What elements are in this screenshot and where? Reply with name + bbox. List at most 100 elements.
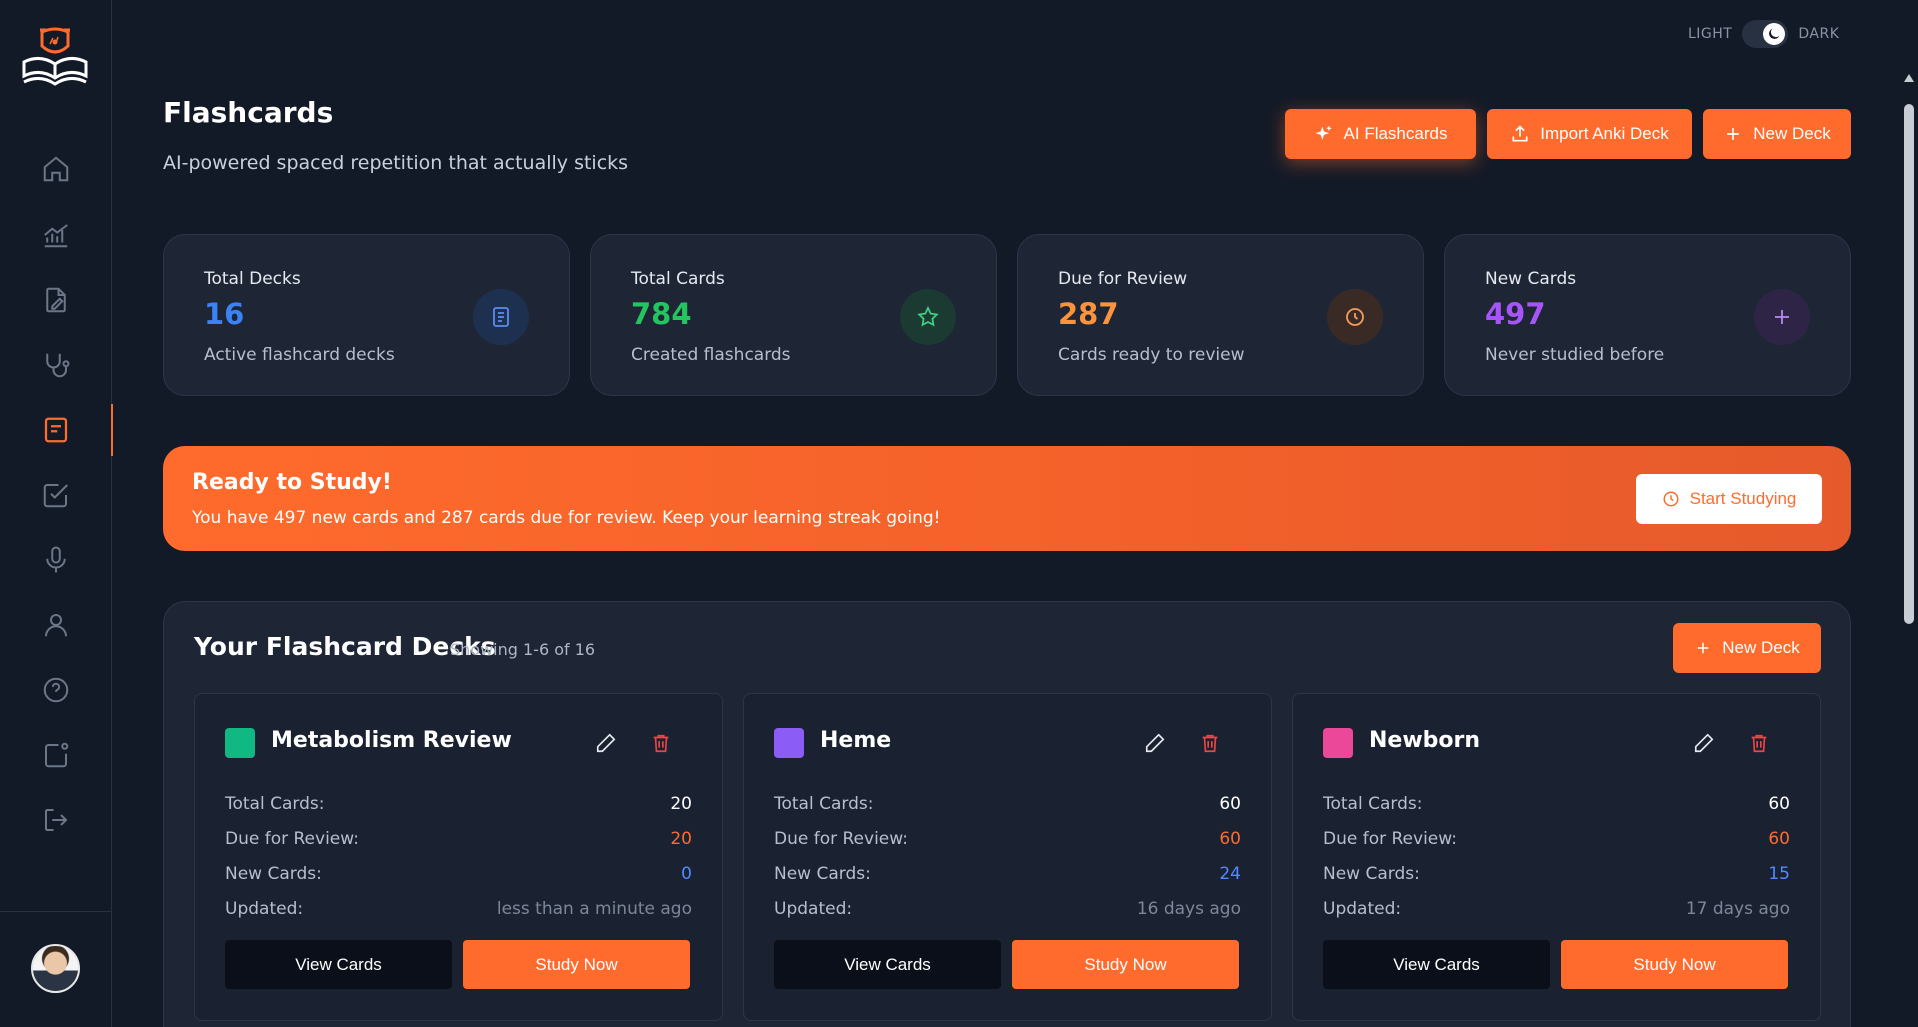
theme-toggle[interactable]: [1742, 20, 1789, 48]
scroll-up-arrow-icon[interactable]: [1904, 74, 1914, 82]
stat-value: 16: [204, 297, 245, 331]
deck-color-swatch: [774, 728, 804, 758]
notification-icon: [45, 742, 69, 768]
deck-name: Heme: [820, 728, 892, 753]
plus-icon: [1727, 128, 1740, 140]
sidebar-item-help[interactable]: [0, 664, 112, 716]
stat-card-due-review: Due for Review 287 Cards ready to review: [1017, 234, 1424, 396]
stat-label: Due for Review: [1058, 269, 1188, 289]
ai-flashcards-button[interactable]: AI Flashcards: [1285, 109, 1476, 159]
deck-card: Heme Total Cards: 60 Due for Review: 60 Ne…: [743, 693, 1272, 1021]
sidebar-footer: [0, 911, 112, 1027]
stat-value: 287: [1058, 297, 1119, 331]
theme-light-label: LIGHT: [1688, 26, 1733, 42]
deck-stat-row: Total Cards: 20: [225, 794, 692, 814]
page-subtitle: AI-powered spaced repetition that actual…: [163, 152, 629, 174]
deck-stat-row: Updated: less than a minute ago: [225, 899, 692, 919]
stat-card-total-decks: Total Decks 16 Active flashcard decks: [163, 234, 570, 396]
sidebar-item-flashcards[interactable]: [0, 404, 113, 456]
avatar[interactable]: [31, 944, 80, 993]
view-cards-button[interactable]: View Cards: [774, 940, 1001, 989]
stat-value: 784: [631, 297, 692, 331]
sidebar-item-voice[interactable]: [0, 534, 112, 586]
trash-icon[interactable]: [1199, 732, 1221, 754]
deck-color-swatch: [225, 728, 255, 758]
pagination-count: Showing 1-6 of 16: [450, 640, 596, 659]
new-deck-button[interactable]: New Deck: [1673, 623, 1821, 673]
page-title: Flashcards: [163, 96, 334, 129]
stat-value: 497: [1485, 297, 1546, 331]
stat-card-total-cards: Total Cards 784 Created flashcards: [590, 234, 997, 396]
home-icon: [43, 156, 69, 182]
stat-description: Created flashcards: [631, 345, 791, 365]
banner-title: Ready to Study!: [192, 470, 392, 495]
pencil-icon[interactable]: [1144, 732, 1166, 754]
logout-icon: [45, 809, 68, 831]
moon-icon: [1763, 23, 1786, 45]
plus-icon: [1698, 642, 1709, 654]
deck-color-swatch: [1323, 728, 1353, 758]
ready-to-study-banner: Ready to Study! You have 497 new cards a…: [163, 446, 1851, 551]
plus-icon: [1754, 289, 1810, 345]
sidebar-item-notifications[interactable]: [0, 729, 112, 781]
deck-stat-row: New Cards: 0: [225, 864, 692, 884]
pencil-icon[interactable]: [1693, 732, 1715, 754]
chart-icon: [44, 224, 68, 248]
import-anki-button[interactable]: Import Anki Deck: [1487, 109, 1692, 159]
star-icon: [900, 289, 956, 345]
sidebar-item-clinical[interactable]: [0, 339, 112, 391]
deck-stat-row: New Cards: 15: [1323, 864, 1790, 884]
stat-label: Total Cards: [631, 269, 725, 289]
sidebar-item-tasks[interactable]: [0, 469, 112, 521]
help-icon: [43, 677, 69, 703]
document-edit-icon: [46, 287, 66, 313]
scroll-thumb[interactable]: [1904, 104, 1914, 624]
document-icon: [473, 289, 529, 345]
deck-card: Metabolism Review Total Cards: 20 Due for…: [194, 693, 723, 1021]
sidebar-item-home[interactable]: [0, 143, 112, 195]
stat-description: Active flashcard decks: [204, 345, 395, 365]
start-studying-button[interactable]: Start Studying: [1636, 474, 1822, 524]
stat-label: Total Decks: [204, 269, 301, 289]
study-now-button[interactable]: Study Now: [1561, 940, 1788, 989]
sidebar-item-notes[interactable]: [0, 274, 112, 326]
study-now-button[interactable]: Study Now: [1012, 940, 1239, 989]
stat-description: Cards ready to review: [1058, 345, 1245, 365]
deck-stat-row: Total Cards: 60: [1323, 794, 1790, 814]
deck-stat-row: New Cards: 24: [774, 864, 1241, 884]
flashcard-icon: [44, 417, 68, 443]
upload-icon: [1512, 125, 1528, 142]
new-deck-button[interactable]: New Deck: [1703, 109, 1851, 159]
page-scrollbar[interactable]: [1900, 70, 1918, 1027]
deck-stat-row: Total Cards: 60: [774, 794, 1241, 814]
checkbox-icon: [43, 484, 68, 508]
deck-card: Newborn Total Cards: 60 Due for Review: 60…: [1292, 693, 1821, 1021]
microphone-icon: [46, 546, 66, 573]
sidebar: [0, 0, 113, 1027]
trash-icon[interactable]: [1748, 732, 1770, 754]
clock-icon: [1327, 289, 1383, 345]
view-cards-button[interactable]: View Cards: [225, 940, 452, 989]
banner-text: You have 497 new cards and 287 cards due…: [192, 508, 941, 528]
stat-card-new-cards: New Cards 497 Never studied before: [1444, 234, 1851, 396]
clock-icon: [1663, 491, 1679, 507]
sparkles-icon: [1315, 125, 1332, 140]
stethoscope-icon: [46, 353, 70, 378]
sidebar-item-analytics[interactable]: [0, 209, 112, 261]
deck-stat-row: Due for Review: 20: [225, 829, 692, 849]
deck-stat-row: Updated: 16 days ago: [774, 899, 1241, 919]
graduation-logo-icon[interactable]: [20, 24, 90, 88]
deck-stat-row: Updated: 17 days ago: [1323, 899, 1790, 919]
trash-icon[interactable]: [650, 732, 672, 754]
theme-dark-label: DARK: [1798, 26, 1840, 42]
stat-label: New Cards: [1485, 269, 1577, 289]
stat-description: Never studied before: [1485, 345, 1665, 365]
user-icon: [45, 614, 67, 637]
study-now-button[interactable]: Study Now: [463, 940, 690, 989]
sidebar-item-profile[interactable]: [0, 599, 112, 651]
sidebar-item-logout[interactable]: [0, 794, 112, 846]
view-cards-button[interactable]: View Cards: [1323, 940, 1550, 989]
deck-name: Metabolism Review: [271, 728, 512, 753]
pencil-icon[interactable]: [595, 732, 617, 754]
flashcard-decks-section: Your Flashcard Decks Showing 1-6 of 16 N…: [163, 601, 1851, 1027]
